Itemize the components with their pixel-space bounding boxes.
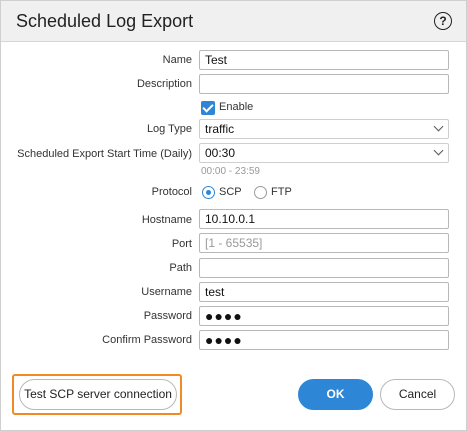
scp-radio[interactable]	[202, 186, 215, 199]
start-time-select[interactable]: 00:30	[199, 143, 449, 163]
protocol-label: Protocol	[151, 186, 192, 198]
ok-button[interactable]: OK	[298, 379, 373, 410]
name-input[interactable]: Test	[199, 50, 449, 70]
scp-radio-label: SCP	[219, 186, 242, 198]
name-label: Name	[162, 54, 192, 66]
test-scp-connection-button[interactable]: Test SCP server connection	[19, 379, 177, 410]
enable-label: Enable	[219, 101, 254, 113]
log-type-select[interactable]: traffic	[199, 119, 449, 139]
password-label: Password	[143, 310, 192, 322]
path-label: Path	[169, 262, 192, 274]
help-icon[interactable]: ?	[434, 12, 452, 30]
start-time-value: 00:30	[205, 146, 236, 160]
hostname-input[interactable]: 10.10.0.1	[199, 209, 449, 229]
scheduled-log-export-dialog: Scheduled Log Export ? Name Test Descrip…	[0, 0, 467, 431]
port-input[interactable]: [1 - 65535]	[199, 233, 449, 253]
start-time-hint: 00:00 - 23:59	[201, 166, 260, 177]
enable-checkbox[interactable]	[201, 101, 215, 115]
hostname-label: Hostname	[141, 214, 192, 226]
log-type-value: traffic	[205, 122, 235, 136]
log-type-label: Log Type	[146, 123, 192, 135]
dialog-title: Scheduled Log Export	[16, 11, 194, 31]
confirm-password-input[interactable]: ●●●●	[199, 330, 449, 350]
port-label: Port	[171, 238, 192, 250]
username-input[interactable]: test	[199, 282, 449, 302]
description-input[interactable]	[199, 74, 449, 94]
ftp-radio-label: FTP	[271, 186, 292, 198]
ftp-radio[interactable]	[254, 186, 267, 199]
username-label: Username	[141, 286, 192, 298]
chevron-down-icon	[433, 121, 444, 132]
cancel-button[interactable]: Cancel	[380, 379, 455, 410]
path-input[interactable]	[199, 258, 449, 278]
chevron-down-icon	[433, 145, 444, 156]
dialog-titlebar: Scheduled Log Export ?	[1, 1, 466, 42]
password-input[interactable]: ●●●●	[199, 306, 449, 326]
confirm-password-label: Confirm Password	[102, 334, 192, 346]
start-time-label: Scheduled Export Start Time (Daily)	[17, 148, 192, 160]
description-label: Description	[136, 78, 192, 90]
